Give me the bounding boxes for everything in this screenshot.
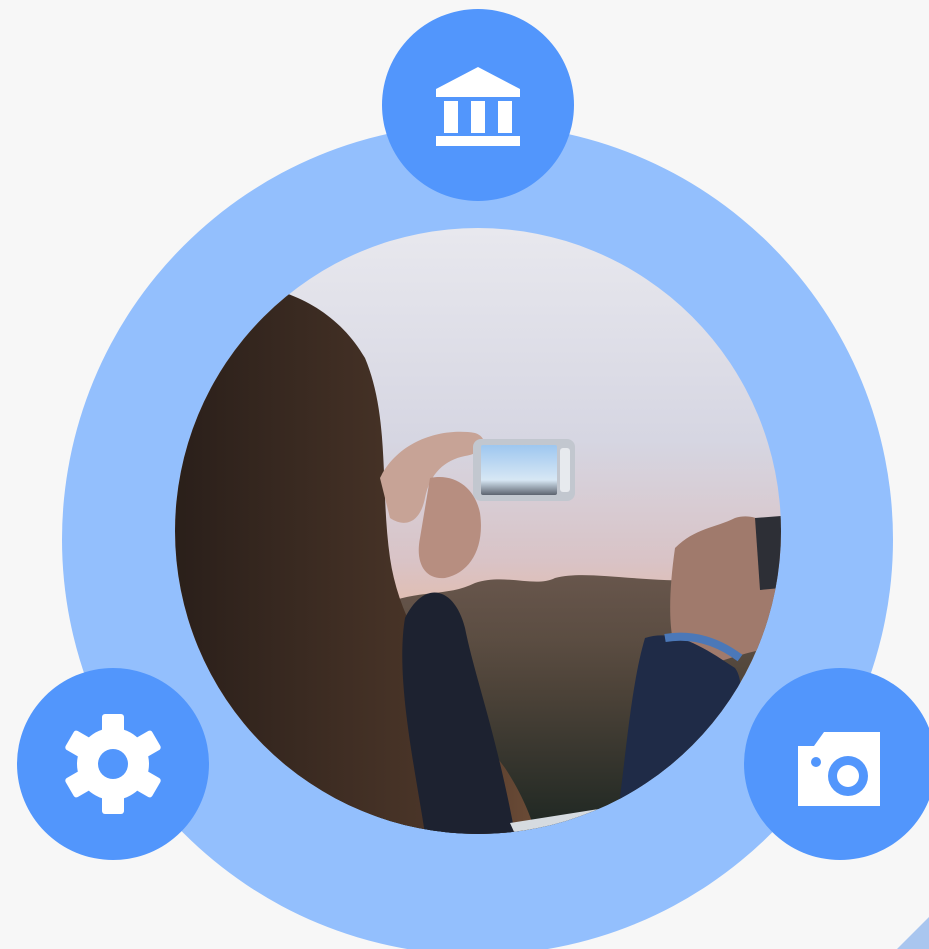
camera-icon [798,732,880,806]
settings-button[interactable] [17,668,209,860]
bank-button[interactable] [382,9,574,201]
camera-button[interactable] [744,668,929,860]
bank-icon [436,67,520,146]
center-photo [175,228,781,834]
photo-illustration [175,228,781,834]
corner-fold [897,917,929,949]
gear-icon [65,714,161,814]
stage [0,0,929,949]
phone [473,439,575,501]
